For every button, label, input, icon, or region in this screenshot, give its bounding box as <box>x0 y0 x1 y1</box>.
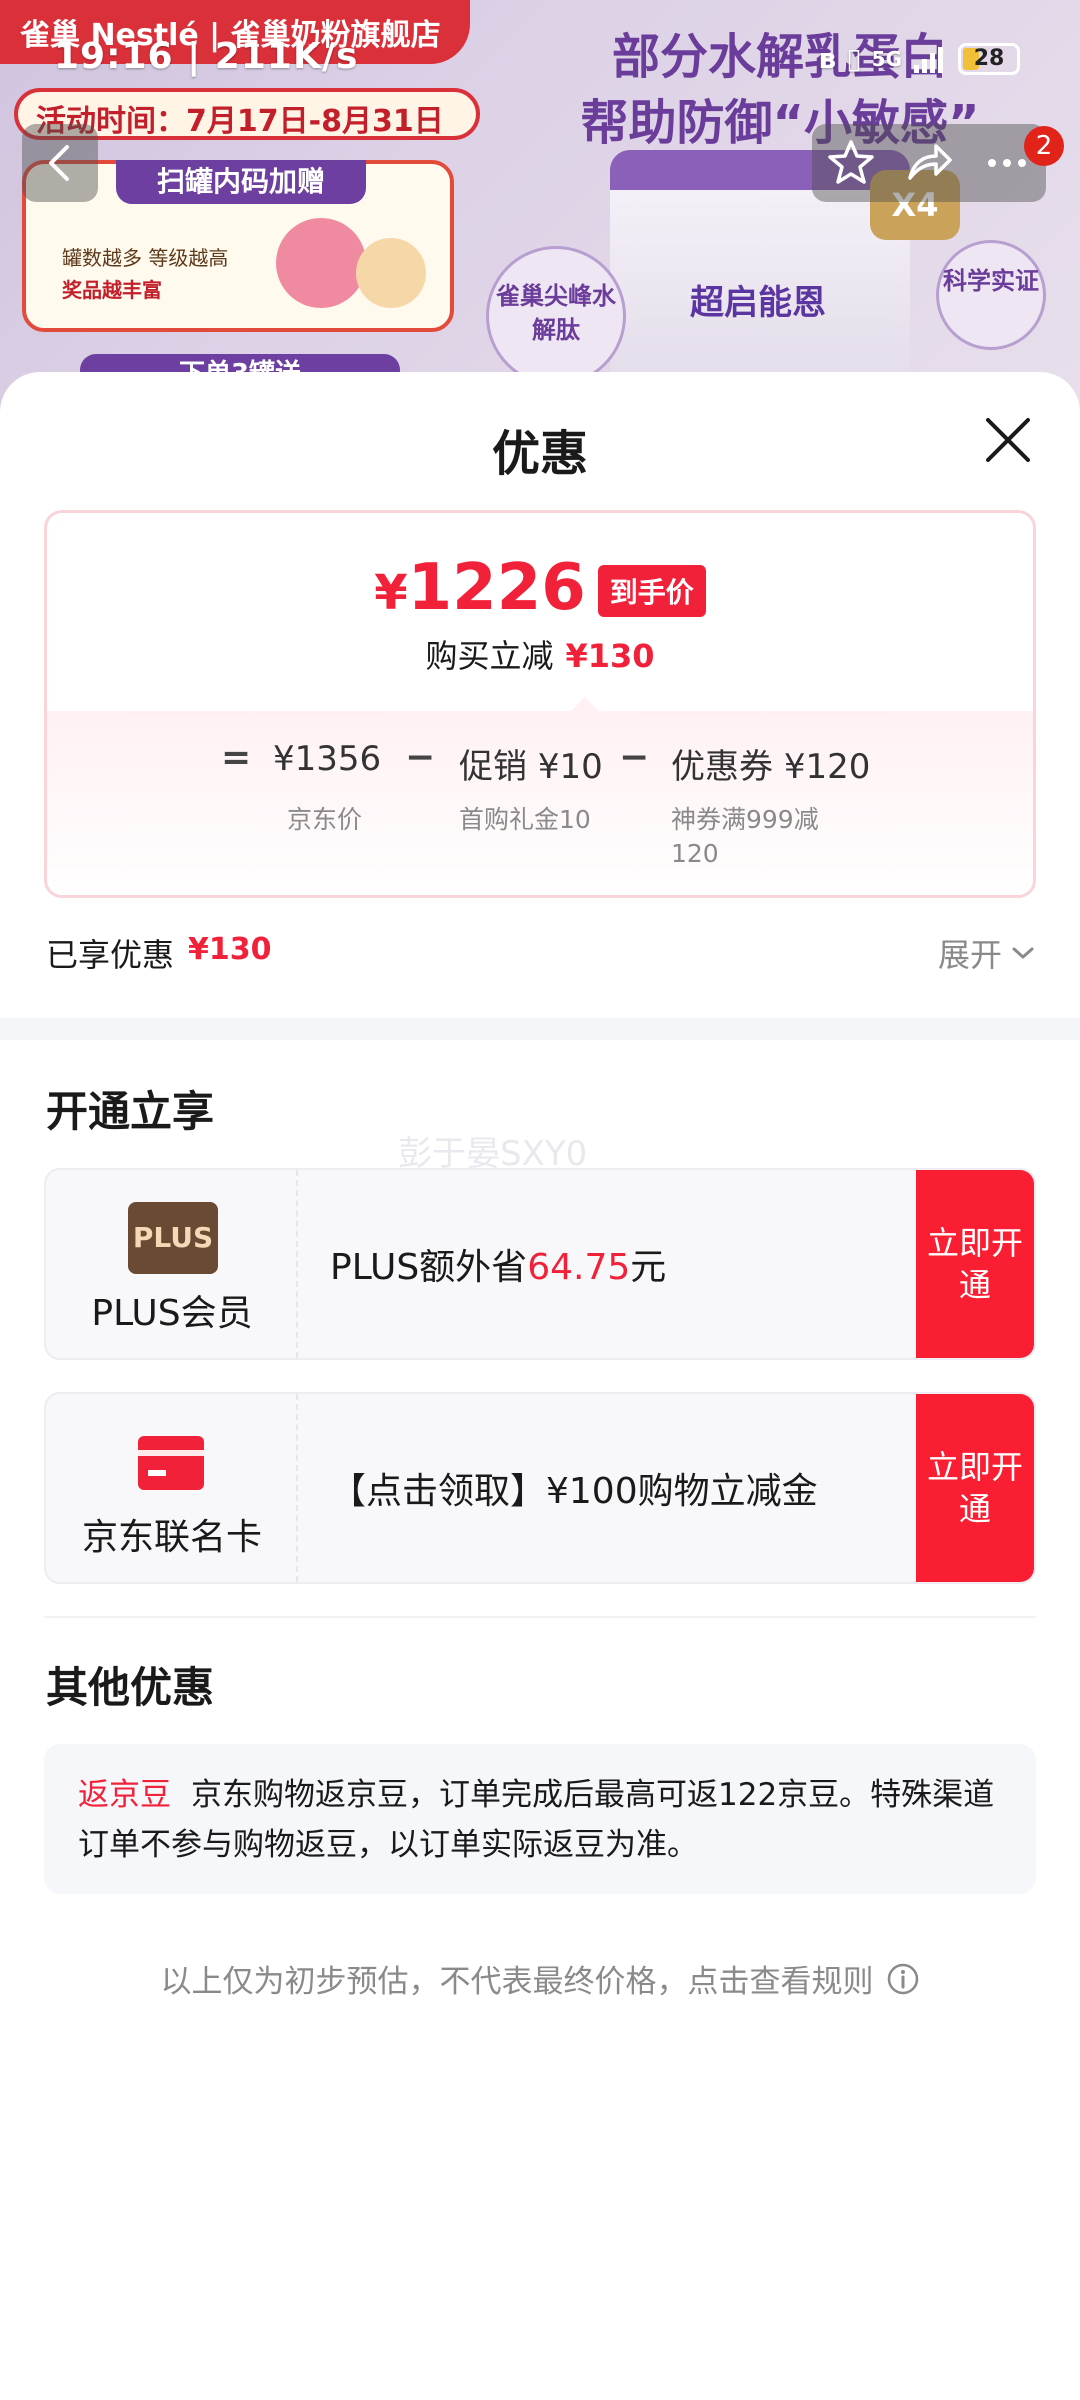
enjoyed-discount-label: 已享优惠 <box>46 936 175 974</box>
bank-card-icon <box>138 1436 204 1490</box>
price-breakdown-card: ¥1226 到手价 购买立减 ¥130 = ¥1356 京东价 − 促销 ¥10 … <box>44 510 1036 898</box>
plus-membership-brand: PLUS PLUS会员 <box>46 1170 298 1358</box>
toy-bear-image <box>276 218 366 308</box>
coupon-item: 优惠券 ¥120 <box>671 739 870 788</box>
scan-gift-text-2: 奖品越丰富 <box>62 278 162 302</box>
plus-logo-icon: PLUS <box>128 1202 218 1274</box>
expand-label: 展开 <box>937 936 1002 974</box>
other-benefits-title: 其他优惠 <box>46 1663 215 1712</box>
minus-sign: − <box>405 737 436 778</box>
final-price: ¥1226 <box>374 553 586 628</box>
jd-bean-tag: 返京豆 <box>78 1777 171 1813</box>
instant-discount-label: 购买立减 <box>425 637 554 675</box>
top-action-group <box>812 124 1046 202</box>
activate-plus-button[interactable]: 立即开通 <box>916 1170 1034 1358</box>
equals-sign: = <box>221 737 252 778</box>
minus-sign: − <box>619 737 650 778</box>
scan-gift-text-1: 罐数越多 等级越高 <box>62 246 229 270</box>
cobrand-card-name: 京东联名卡 <box>81 1517 262 1558</box>
plus-desc-prefix: PLUS额外省 <box>330 1247 528 1288</box>
battery-level: 28 <box>973 45 1005 71</box>
scan-gift-title: 扫罐内码加赠 <box>116 160 366 204</box>
signal-icon <box>914 46 943 73</box>
enjoyed-discount-row: 已享优惠 ¥130 展开 <box>46 930 1036 980</box>
instant-discount-amount: ¥130 <box>565 637 655 675</box>
sheet-title: 优惠 <box>491 426 588 482</box>
section-divider <box>0 1018 1080 1040</box>
promo-amount: ¥10 <box>537 747 603 787</box>
hydrolyzed-peptide-seal: 雀巢尖峰水解肽 <box>486 246 626 386</box>
price-formula: = ¥1356 京东价 − 促销 ¥10 首购礼金10 − 优惠券 ¥120 神… <box>47 711 1033 895</box>
final-price-value: 1226 <box>407 551 586 625</box>
base-price: ¥1356 <box>273 739 382 779</box>
promo-item: 促销 ¥10 <box>459 739 603 788</box>
notification-badge: 2 <box>1024 126 1064 166</box>
open-benefits-title: 开通立享 <box>46 1087 215 1136</box>
status-bar: 19:16 | 211K/s ʙ ▯ 5G 28 <box>0 36 1080 88</box>
plus-desc-suffix: 元 <box>630 1247 667 1288</box>
activate-card-button[interactable]: 立即开通 <box>916 1394 1034 1582</box>
final-price-tag: 到手价 <box>597 564 706 617</box>
coupon-caption: 神券满999减 120 <box>671 803 819 871</box>
back-icon <box>49 145 69 181</box>
cobrand-card-desc: 【点击领取】¥100购物立减金 <box>330 1471 818 1512</box>
enjoyed-discount-amount: ¥130 <box>188 932 272 967</box>
coupon-label: 优惠券 <box>671 747 773 787</box>
favorite-star-icon[interactable] <box>826 138 876 188</box>
estimate-rules-link[interactable]: 以上仅为初步预估，不代表最终价格，点击查看规则 <box>0 1956 1080 2001</box>
can-label: 超启能恩 <box>690 283 826 323</box>
promo-caption: 首购礼金10 <box>459 805 591 834</box>
info-icon <box>887 1963 918 1994</box>
cobrand-card-brand: 京东联名卡 <box>46 1394 298 1582</box>
base-price-caption: 京东价 <box>287 805 363 834</box>
discount-sheet: 优惠 ¥1226 到手价 购买立减 ¥130 = ¥1356 京东价 − 促销 … <box>0 372 1080 2400</box>
divider-line <box>44 1616 1036 1618</box>
coupon-amount: ¥120 <box>783 747 871 787</box>
vibrate-icon: ▯ <box>846 42 862 75</box>
network-type: 5G <box>871 46 902 71</box>
science-proven-seal: 科学实证 <box>936 240 1046 350</box>
chevron-down-icon <box>1012 947 1034 959</box>
promo-label: 促销 <box>459 747 527 787</box>
battery-icon: 28 <box>958 42 1020 75</box>
final-price-row: ¥1226 到手价 <box>47 553 1033 628</box>
estimate-note: 以上仅为初步预估，不代表最终价格，点击查看规则 <box>160 1964 874 2000</box>
close-icon[interactable] <box>982 414 1034 466</box>
plus-membership-desc: PLUS额外省64.75元 <box>330 1238 666 1290</box>
status-time: 19:16 | 211K/s <box>54 36 359 77</box>
currency-symbol: ¥ <box>374 565 408 621</box>
expand-button[interactable]: 展开 <box>938 930 1036 976</box>
coupon-caption-line-2: 120 <box>671 839 719 868</box>
coupon-caption-line-1: 神券满999减 <box>671 805 819 834</box>
jd-bean-rebate: 返京豆 京东购物返京豆，订单完成后最高可返122京豆。特殊渠道订单不参与购物返豆，… <box>44 1744 1036 1894</box>
plus-saving-amount: 64.75 <box>527 1247 631 1288</box>
instant-discount: 购买立减 ¥130 <box>47 631 1033 677</box>
jd-cobrand-card-offer[interactable]: 京东联名卡 【点击领取】¥100购物立减金 立即开通 <box>44 1392 1036 1584</box>
card-notch <box>571 697 599 711</box>
toy-figure-image <box>356 238 426 308</box>
plus-membership-name: PLUS会员 <box>91 1293 253 1334</box>
jd-bean-text: 京东购物返京豆，订单完成后最高可返122京豆。特殊渠道订单不参与购物返豆，以订单… <box>78 1777 995 1863</box>
status-icons: ʙ ▯ 5G 28 <box>819 42 1020 75</box>
bluetooth-icon: ʙ <box>818 42 837 75</box>
back-button[interactable] <box>22 124 98 202</box>
share-icon[interactable] <box>904 138 954 188</box>
final-price-section: ¥1226 到手价 购买立减 ¥130 <box>47 513 1033 711</box>
plus-membership-offer[interactable]: PLUS PLUS会员 PLUS额外省64.75元 立即开通 <box>44 1168 1036 1360</box>
